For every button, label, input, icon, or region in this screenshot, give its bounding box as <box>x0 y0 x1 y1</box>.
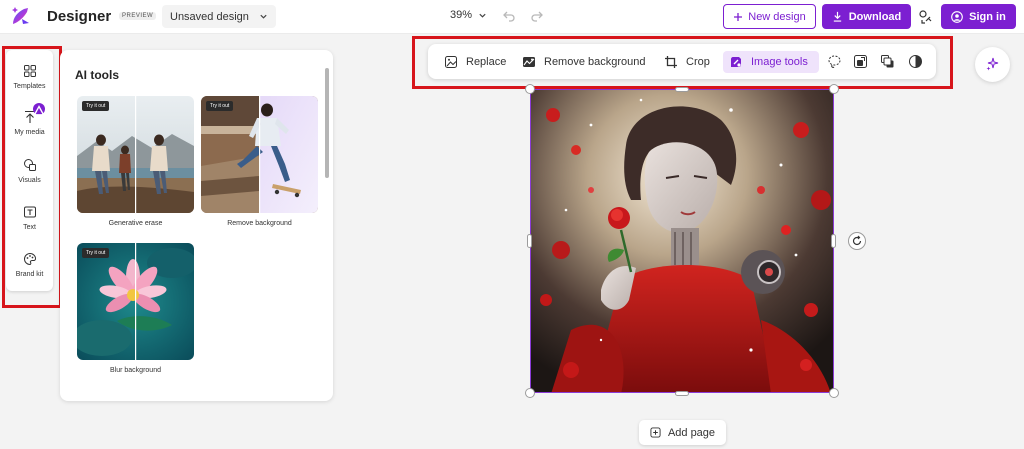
panel-scrollbar[interactable] <box>325 68 329 178</box>
add-page-button[interactable]: Add page <box>639 420 726 445</box>
zoom-level: 39% <box>450 9 473 21</box>
add-page-icon <box>650 427 661 438</box>
card-generative-erase[interactable]: Try it out Generative erase <box>77 96 194 227</box>
document-title: Unsaved design <box>170 10 249 23</box>
rotate-icon <box>852 235 862 246</box>
ai-tools-panel: AI tools Try it out Generative erase Try… <box>60 50 333 401</box>
document-title-dropdown[interactable]: Unsaved design <box>162 5 276 28</box>
remove-background-thumbnail: Try it out <box>201 96 318 213</box>
resize-handle-left[interactable] <box>527 234 532 248</box>
user-icon <box>951 10 964 23</box>
plus-icon <box>734 12 743 21</box>
generative-erase-thumbnail: Try it out <box>77 96 194 213</box>
resize-handle-bottom[interactable] <box>675 391 689 396</box>
highlight-box-toolbar <box>412 36 953 89</box>
download-label: Download <box>848 10 902 23</box>
card-remove-background[interactable]: Try it out Remove background <box>201 96 318 227</box>
sign-in-button[interactable]: Sign in <box>941 4 1016 29</box>
top-bar: Designer PREVIEW Unsaved design 39% New … <box>0 0 1024 34</box>
chevron-down-icon <box>260 14 267 19</box>
redo-icon[interactable] <box>530 9 544 23</box>
preview-badge: PREVIEW <box>119 12 157 20</box>
try-it-out-tag: Try it out <box>82 101 110 111</box>
card-blur-background[interactable]: Try it out Blur background <box>77 243 194 374</box>
card-label: Remove background <box>227 220 292 227</box>
resize-handle-top-right[interactable] <box>829 84 839 94</box>
panel-title: AI tools <box>75 68 119 82</box>
resize-handle-top-left[interactable] <box>525 84 535 94</box>
new-design-label: New design <box>748 10 806 23</box>
try-it-out-tag: Try it out <box>206 101 234 111</box>
sign-in-label: Sign in <box>969 10 1006 23</box>
card-label: Generative erase <box>108 220 163 227</box>
app-name: Designer <box>47 8 112 25</box>
try-it-out-tag: Try it out <box>82 248 110 258</box>
chevron-down-icon <box>479 13 486 18</box>
download-button[interactable]: Download <box>822 4 911 29</box>
rotate-handle[interactable] <box>848 232 866 250</box>
zoom-dropdown[interactable]: 39% <box>450 9 487 21</box>
designer-logo-icon[interactable] <box>10 5 32 27</box>
card-label: Blur background <box>110 367 161 374</box>
resize-handle-bottom-right[interactable] <box>829 388 839 398</box>
undo-icon[interactable] <box>502 9 516 23</box>
add-page-label: Add page <box>667 426 716 439</box>
resize-handle-right[interactable] <box>831 234 836 248</box>
new-design-button[interactable]: New design <box>723 4 816 29</box>
resize-handle-bottom-left[interactable] <box>525 388 535 398</box>
canvas-image[interactable] <box>530 89 834 393</box>
sparkle-icon <box>986 57 999 71</box>
highlight-box-rail <box>2 46 62 308</box>
resize-handle-top[interactable] <box>675 87 689 92</box>
download-icon <box>833 11 841 22</box>
blur-background-thumbnail: Try it out <box>77 243 194 360</box>
copilot-button[interactable] <box>975 47 1010 82</box>
share-link-icon[interactable] <box>918 9 934 25</box>
